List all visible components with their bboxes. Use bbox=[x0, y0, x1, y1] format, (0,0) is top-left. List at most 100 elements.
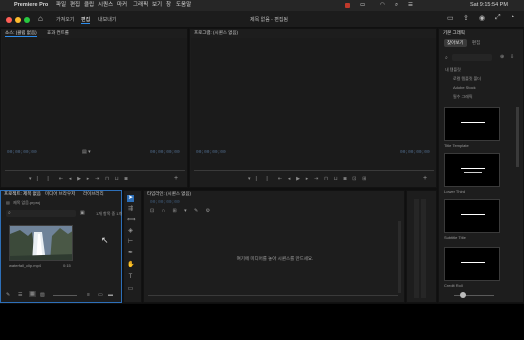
tab-media-browser[interactable]: 미디어 브라우저 bbox=[45, 191, 75, 197]
essential-graphics-title[interactable]: 기본 그래픽 bbox=[443, 30, 465, 36]
close-window-button[interactable] bbox=[6, 16, 12, 23]
template-name-2[interactable]: Lower Third bbox=[444, 189, 465, 194]
tab-source[interactable]: 소스: (클립 없음) bbox=[5, 30, 37, 37]
battery-icon[interactable]: ▭ bbox=[360, 0, 365, 11]
minimize-window-button[interactable] bbox=[15, 16, 21, 23]
zoom-window-button[interactable] bbox=[24, 16, 30, 23]
project-file-icon: ▤ bbox=[6, 200, 10, 205]
project-search-input[interactable]: ⌕ bbox=[6, 210, 76, 217]
tab-edit[interactable]: 편집 bbox=[81, 16, 91, 24]
clock-text[interactable]: Sat 9:15:54 PM bbox=[470, 0, 508, 11]
template-thumb-1[interactable] bbox=[444, 107, 500, 141]
template-name-1[interactable]: Title Template bbox=[444, 143, 469, 148]
tab-project[interactable]: 프로젝트: 제목 없음 bbox=[4, 191, 41, 197]
menu-marker[interactable]: 마커 bbox=[117, 0, 127, 11]
menu-help[interactable]: 도움말 bbox=[176, 0, 191, 11]
program-title[interactable]: 프로그램: (시퀀스 없음) bbox=[194, 30, 238, 36]
program-transport-controls[interactable]: ▾ ⎸ ⎸ ⇤ ◂ ▶ ▸ ⇥ ⊓ ⊔ ◙ ⊡ ⊞ bbox=[248, 176, 369, 182]
spotlight-icon[interactable]: ⌕ bbox=[395, 0, 398, 11]
program-timecode-right: 00;00;00;00 bbox=[400, 150, 430, 155]
tree-adobe-stock[interactable]: Adobe Stock bbox=[453, 85, 476, 90]
audio-meter-left bbox=[414, 199, 419, 298]
template-thumb-2[interactable] bbox=[444, 153, 500, 187]
select-icon[interactable]: ➤ bbox=[127, 195, 134, 202]
timeline-vertical-scrollbar[interactable] bbox=[398, 221, 401, 293]
share-icon[interactable]: ⇪ bbox=[463, 14, 469, 22]
home-icon[interactable]: ⌂ bbox=[38, 14, 43, 23]
add-folder-icon[interactable]: ⊕ bbox=[500, 54, 504, 60]
folder-icon[interactable]: ▬ bbox=[108, 292, 113, 298]
tab-libraries[interactable]: 라이브러리 bbox=[83, 191, 104, 197]
razor-icon[interactable]: ◈ bbox=[127, 228, 134, 235]
program-scrubber[interactable] bbox=[194, 170, 434, 171]
source-monitor-panel: 소스: (클립 없음) 효과 컨트롤 00;00;00;00 ▤ ▾ 00;00… bbox=[0, 28, 188, 188]
freeform-view-icon[interactable]: ▧ bbox=[40, 292, 45, 298]
tab-export[interactable]: 내보내기 bbox=[98, 16, 116, 23]
audio-meter-right bbox=[421, 199, 426, 298]
timeline-tools-icons[interactable]: ⊡ ∩ ⊞ ▾ ✎ ⚙ bbox=[150, 208, 213, 214]
menu-window[interactable]: 창 bbox=[166, 0, 171, 11]
menu-view[interactable]: 보기 bbox=[152, 0, 162, 11]
tab-edit-graphics[interactable]: 편집 bbox=[469, 39, 483, 47]
source-transport-controls[interactable]: ▾ ⎸ ⎸ ⇤ ◂ ▶ ▸ ⇥ ⊓ ⊔ ◙ bbox=[29, 176, 130, 182]
workspace-icon[interactable]: ▭ bbox=[447, 14, 454, 22]
slip-icon[interactable]: ⊢ bbox=[127, 239, 134, 246]
hand-icon[interactable]: ✋ bbox=[127, 262, 134, 269]
graphics-scrollbar[interactable] bbox=[516, 107, 519, 167]
app-menu[interactable]: Premiere Pro bbox=[14, 0, 48, 11]
tab-timeline[interactable]: 타임라인: (시퀀스 없음) bbox=[147, 191, 191, 197]
import-icon[interactable]: ⇩ bbox=[510, 54, 514, 60]
project-panel: 프로젝트: 제목 없음 미디어 브라우저 라이브러리 ▤ 제목 없음.prpro… bbox=[0, 190, 122, 303]
fit-dropdown-icon[interactable]: ▤ ▾ bbox=[82, 149, 91, 155]
template-name-3[interactable]: Subtitle Title bbox=[444, 235, 466, 240]
tree-my-templates[interactable]: 내 템플릿 bbox=[445, 67, 461, 73]
app-header: ⌂ 가져오기 편집 내보내기 제목 없음 - 편집됨 ▭ ⇪ ◉ ⤢ ◔ bbox=[0, 11, 524, 28]
new-bin-icon[interactable]: ▣ bbox=[80, 210, 85, 216]
control-center-icon[interactable]: ☰ bbox=[408, 0, 413, 11]
slider-handle[interactable] bbox=[460, 292, 466, 298]
timeline-empty-message: 여기에 미디어를 놓아 시퀀스를 만드세요. bbox=[236, 256, 314, 261]
shape-icon[interactable]: ▭ bbox=[127, 286, 134, 293]
menu-clip[interactable]: 클립 bbox=[84, 0, 94, 11]
tab-import[interactable]: 가져오기 bbox=[56, 16, 74, 23]
program-timecode-left[interactable]: 00;00;00;00 bbox=[196, 150, 226, 155]
search-icon: ⌕ bbox=[445, 55, 448, 61]
quick-export-icon[interactable]: ◉ bbox=[479, 14, 485, 22]
maximize-icon[interactable]: ⤢ bbox=[495, 14, 501, 22]
pen-icon[interactable]: ✒ bbox=[127, 250, 134, 257]
add-button-icon[interactable]: + bbox=[423, 175, 427, 182]
ripple-edit-icon[interactable]: ⟺ bbox=[127, 217, 136, 224]
template-thumb-4[interactable] bbox=[444, 247, 500, 281]
type-icon[interactable]: T bbox=[127, 274, 134, 281]
record-icon[interactable] bbox=[345, 3, 350, 8]
add-button-icon[interactable]: + bbox=[174, 175, 178, 182]
new-item-icon[interactable]: ▭ bbox=[98, 292, 103, 298]
tab-effect-controls[interactable]: 효과 컨트롤 bbox=[47, 30, 69, 36]
template-name-4[interactable]: Credit Roll bbox=[444, 283, 463, 288]
essential-graphics-panel: 기본 그래픽 찾아보기 편집 ⌕ ⊕ ⇩ 내 템플릿 로컬 템플릿 폴더 Ado… bbox=[438, 28, 524, 303]
tree-essential[interactable]: 필수 그래픽 bbox=[453, 94, 473, 100]
timeline-timecode[interactable]: 00;00;00;00 bbox=[150, 200, 180, 205]
menu-file[interactable]: 파일 bbox=[56, 0, 66, 11]
track-select-icon[interactable]: ⇶ bbox=[127, 206, 134, 213]
source-timecode-left[interactable]: 00;00;00;00 bbox=[7, 150, 37, 155]
list-view-icon[interactable]: ☰ bbox=[18, 292, 22, 298]
clip-thumbnail[interactable] bbox=[9, 225, 73, 261]
menu-sequence[interactable]: 시퀀스 bbox=[98, 0, 113, 11]
tab-browse[interactable]: 찾아보기 bbox=[444, 39, 467, 47]
menu-graphics[interactable]: 그래픽 bbox=[133, 0, 148, 11]
timeline-scrollbar[interactable] bbox=[148, 295, 398, 296]
pencil-icon[interactable]: ✎ bbox=[6, 292, 10, 298]
source-timecode-right: 00;00;00;00 bbox=[150, 150, 180, 155]
sort-icon[interactable]: ≡ bbox=[87, 292, 90, 298]
wifi-icon[interactable]: ◠ bbox=[380, 0, 385, 11]
notifications-icon[interactable]: ◔ bbox=[510, 14, 514, 21]
source-scrubber[interactable] bbox=[5, 170, 185, 171]
tree-local-templates[interactable]: 로컬 템플릿 폴더 bbox=[453, 76, 481, 82]
template-thumb-3[interactable] bbox=[444, 199, 500, 233]
graphics-search-input[interactable] bbox=[452, 54, 492, 61]
icon-view-icon[interactable]: ▦ bbox=[29, 291, 36, 297]
menu-edit[interactable]: 편집 bbox=[70, 0, 80, 11]
clip-name: waterfall_clip.mp4 bbox=[9, 263, 42, 268]
zoom-slider[interactable] bbox=[53, 295, 77, 296]
